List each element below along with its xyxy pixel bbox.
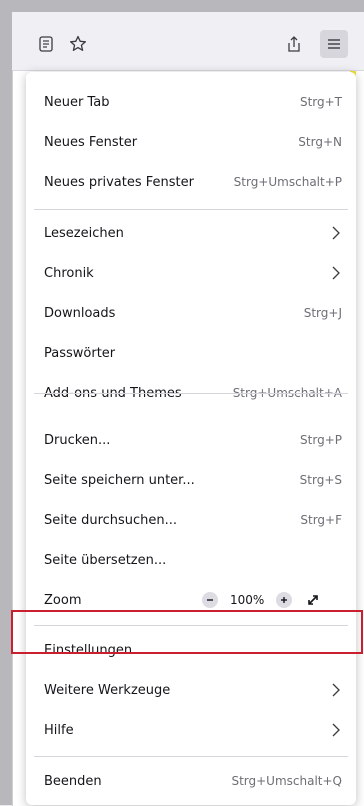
menu-item-label: Hilfe (44, 722, 74, 738)
menu-item-shortcut: Strg+F (300, 513, 342, 527)
settings-highlight-box (11, 610, 363, 654)
browser-toolbar (12, 12, 364, 71)
menu-item-shortcut: Strg+N (298, 135, 342, 149)
hamburger-menu-icon[interactable] (320, 30, 348, 58)
menu-item-label: Passwörter (44, 345, 116, 361)
menu-separator (34, 393, 348, 394)
menu-item-label: Beenden (44, 773, 102, 789)
menu-item-label: Downloads (44, 305, 116, 321)
menu-item-label: Lesezeichen (44, 225, 124, 241)
menu-item-label: Weitere Werkzeuge (44, 682, 171, 698)
fullscreen-button[interactable] (304, 591, 322, 609)
menu-item-passwords[interactable]: Passwörter (26, 333, 356, 373)
menu-item-label: Neuer Tab (44, 94, 110, 110)
menu-item-new-private-window[interactable]: Neues privates Fenster Strg+Umschalt+P (26, 162, 356, 202)
menu-item-label: Chronik (44, 265, 94, 281)
menu-item-shortcut: Strg+T (299, 95, 342, 109)
zoom-out-button[interactable] (202, 592, 218, 608)
share-icon[interactable] (280, 30, 308, 58)
menu-item-bookmarks[interactable]: Lesezeichen (26, 213, 356, 253)
menu-item-shortcut: Strg+S (299, 473, 342, 487)
menu-item-label: Seite übersetzen... (44, 552, 167, 568)
menu-item-label: Seite speichern unter... (44, 472, 195, 488)
menu-item-shortcut: Strg+J (303, 306, 342, 320)
menu-item-label: Neues Fenster (44, 134, 138, 150)
menu-item-shortcut: Strg+P (300, 433, 342, 447)
chevron-right-icon (332, 266, 340, 280)
zoom-level[interactable]: 100% (230, 593, 264, 607)
menu-item-label: Seite durchsuchen... (44, 512, 178, 528)
menu-separator (34, 209, 348, 210)
menu-item-shortcut: Strg+Umschalt+Q (231, 774, 342, 788)
menu-separator (34, 756, 348, 757)
menu-item-quit[interactable]: Beenden Strg+Umschalt+Q (26, 761, 356, 801)
menu-item-new-tab[interactable]: Neuer Tab Strg+T (26, 82, 356, 122)
menu-item-shortcut: Strg+Umschalt+P (233, 175, 342, 189)
menu-item-translate-page[interactable]: Seite übersetzen... (26, 540, 356, 580)
menu-item-history[interactable]: Chronik (26, 253, 356, 293)
zoom-in-button[interactable] (276, 592, 293, 608)
chevron-right-icon (332, 723, 340, 737)
fullscreen-icon (308, 595, 319, 605)
menu-item-save-page-as[interactable]: Seite speichern unter... Strg+S (26, 460, 356, 500)
menu-item-downloads[interactable]: Downloads Strg+J (26, 293, 356, 333)
chevron-right-icon (332, 683, 340, 697)
menu-item-new-window[interactable]: Neues Fenster Strg+N (26, 122, 356, 162)
menu-item-more-tools[interactable]: Weitere Werkzeuge (26, 670, 356, 710)
menu-item-label: Neues privates Fenster (44, 174, 194, 190)
chevron-right-icon (332, 226, 340, 240)
bookmark-star-icon[interactable] (64, 30, 92, 58)
reader-view-icon[interactable] (32, 30, 60, 58)
plus-icon (281, 597, 288, 603)
menu-item-help[interactable]: Hilfe (26, 710, 356, 750)
app-menu-panel: Neuer Tab Strg+T Neues Fenster Strg+N Ne… (26, 72, 356, 805)
menu-item-print[interactable]: Drucken... Strg+P (26, 420, 356, 460)
menu-item-find-in-page[interactable]: Seite durchsuchen... Strg+F (26, 500, 356, 540)
menu-item-label: Zoom (44, 592, 82, 608)
menu-item-label: Drucken... (44, 432, 111, 448)
minus-icon (207, 599, 213, 601)
